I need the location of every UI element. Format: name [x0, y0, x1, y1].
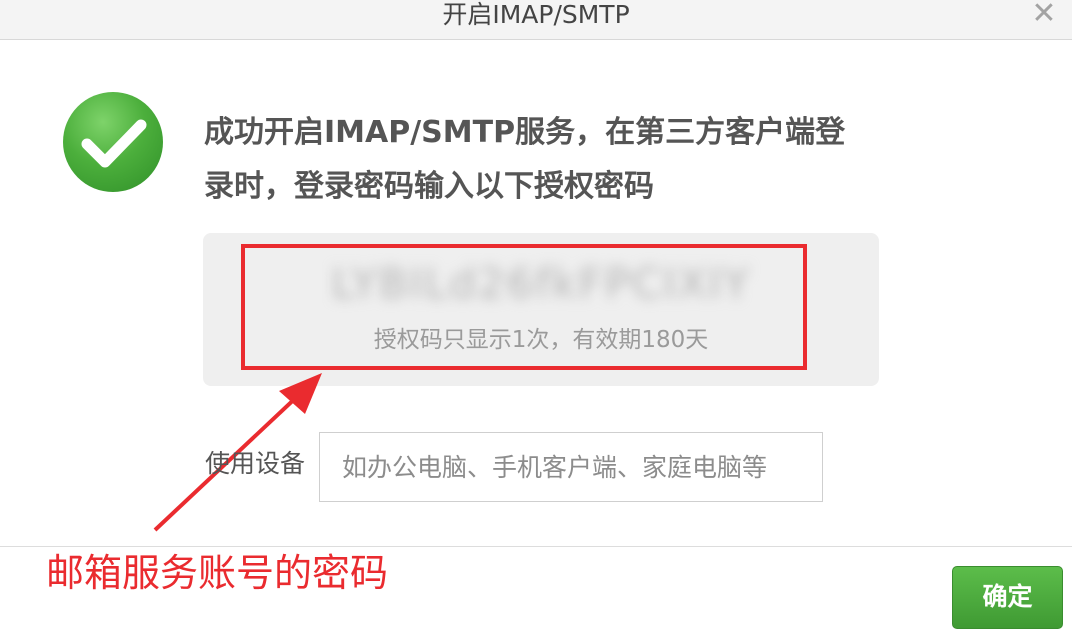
close-icon[interactable]: ✕ — [1026, 0, 1062, 30]
annotation-text: 邮箱服务账号的密码 — [46, 551, 389, 595]
check-circle-icon — [63, 92, 163, 192]
confirm-button[interactable]: 确定 — [952, 566, 1063, 629]
highlight-box — [241, 244, 807, 370]
device-input[interactable] — [319, 432, 823, 502]
success-message-line1: 成功开启IMAP/SMTP服务，在第三方客户端登 — [204, 115, 846, 150]
device-label: 使用设备 — [205, 449, 306, 478]
dialog-title: 开启IMAP/SMTP — [442, 0, 630, 29]
success-message-line2: 录时，登录密码输入以下授权密码 — [204, 169, 654, 204]
success-message: 成功开启IMAP/SMTP服务，在第三方客户端登 录时，登录密码输入以下授权密码 — [204, 106, 904, 214]
